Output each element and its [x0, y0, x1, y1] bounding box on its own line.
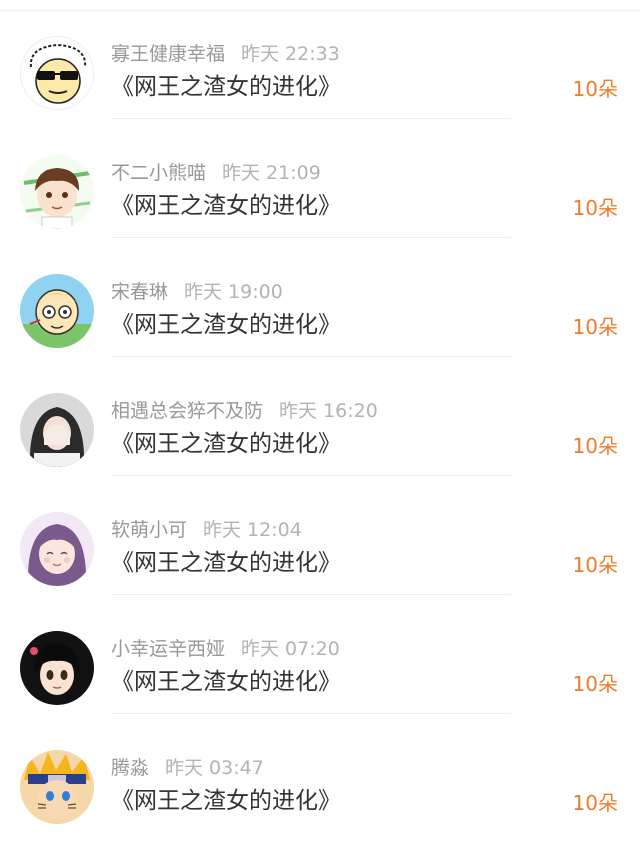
gift-amount: 10朵: [572, 553, 618, 577]
gift-amount: 10朵: [572, 434, 618, 458]
avatar[interactable]: [20, 274, 94, 348]
gift-amount: 10朵: [572, 315, 618, 339]
timestamp: 昨天 07:20: [241, 638, 340, 660]
item-meta: 软萌小可 昨天 12:04: [111, 518, 302, 542]
list-item[interactable]: 寡王健康幸福 昨天 22:33 《网王之渣女的进化》 10朵: [0, 0, 640, 119]
book-title[interactable]: 《网王之渣女的进化》: [111, 429, 341, 459]
timestamp: 昨天 03:47: [165, 757, 264, 779]
girl-photo-avatar-icon: [20, 393, 94, 467]
gift-record-list: 寡王健康幸福 昨天 22:33 《网王之渣女的进化》 10朵 不二小熊喵 昨天 21…: [0, 0, 640, 852]
cartoon-glasses-avatar-icon: [20, 274, 94, 348]
item-meta: 宋春琳 昨天 19:00: [111, 280, 283, 304]
book-title[interactable]: 《网王之渣女的进化》: [111, 310, 341, 340]
list-item[interactable]: 不二小熊喵 昨天 21:09 《网王之渣女的进化》 10朵: [0, 119, 640, 238]
user-name[interactable]: 相遇总会猝不及防: [111, 400, 263, 422]
anime-girl-dark-avatar-icon: [20, 631, 94, 705]
gift-amount: 10朵: [572, 672, 618, 696]
book-title[interactable]: 《网王之渣女的进化》: [111, 786, 341, 816]
timestamp: 昨天 21:09: [222, 162, 321, 184]
avatar[interactable]: [20, 512, 94, 586]
user-name[interactable]: 宋春琳: [111, 281, 168, 303]
user-name[interactable]: 不二小熊喵: [111, 162, 206, 184]
user-name[interactable]: 软萌小可: [111, 519, 187, 541]
list-item[interactable]: 腾淼 昨天 03:47 《网王之渣女的进化》 10朵: [0, 714, 640, 833]
list-item[interactable]: 软萌小可 昨天 12:04 《网王之渣女的进化》 10朵: [0, 476, 640, 595]
user-name[interactable]: 腾淼: [111, 757, 149, 779]
avatar[interactable]: [20, 393, 94, 467]
user-name[interactable]: 寡王健康幸福: [111, 43, 225, 65]
anime-boy-avatar-icon: [20, 155, 94, 229]
timestamp: 昨天 19:00: [184, 281, 283, 303]
book-title[interactable]: 《网王之渣女的进化》: [111, 72, 341, 102]
item-meta: 相遇总会猝不及防 昨天 16:20: [111, 399, 378, 423]
cartoon-sunglasses-avatar-icon: [22, 38, 93, 109]
avatar[interactable]: [20, 750, 94, 824]
timestamp: 昨天 12:04: [203, 519, 302, 541]
avatar[interactable]: [20, 631, 94, 705]
user-name[interactable]: 小幸运辛西娅: [111, 638, 225, 660]
item-meta: 寡王健康幸福 昨天 22:33: [111, 42, 340, 66]
anime-girl-purple-avatar-icon: [20, 512, 94, 586]
gift-amount: 10朵: [572, 77, 618, 101]
book-title[interactable]: 《网王之渣女的进化》: [111, 191, 341, 221]
item-meta: 腾淼 昨天 03:47: [111, 756, 264, 780]
item-meta: 不二小熊喵 昨天 21:09: [111, 161, 321, 185]
naruto-avatar-icon: [20, 750, 94, 824]
avatar[interactable]: [20, 155, 94, 229]
timestamp: 昨天 16:20: [279, 400, 378, 422]
gift-amount: 10朵: [572, 791, 618, 815]
gift-amount: 10朵: [572, 196, 618, 220]
avatar[interactable]: [20, 36, 94, 110]
list-item[interactable]: 宋春琳 昨天 19:00 《网王之渣女的进化》 10朵: [0, 238, 640, 357]
book-title[interactable]: 《网王之渣女的进化》: [111, 667, 341, 697]
list-item[interactable]: 小幸运辛西娅 昨天 07:20 《网王之渣女的进化》 10朵: [0, 595, 640, 714]
item-meta: 小幸运辛西娅 昨天 07:20: [111, 637, 340, 661]
book-title[interactable]: 《网王之渣女的进化》: [111, 548, 341, 578]
list-item[interactable]: 相遇总会猝不及防 昨天 16:20 《网王之渣女的进化》 10朵: [0, 357, 640, 476]
timestamp: 昨天 22:33: [241, 43, 340, 65]
